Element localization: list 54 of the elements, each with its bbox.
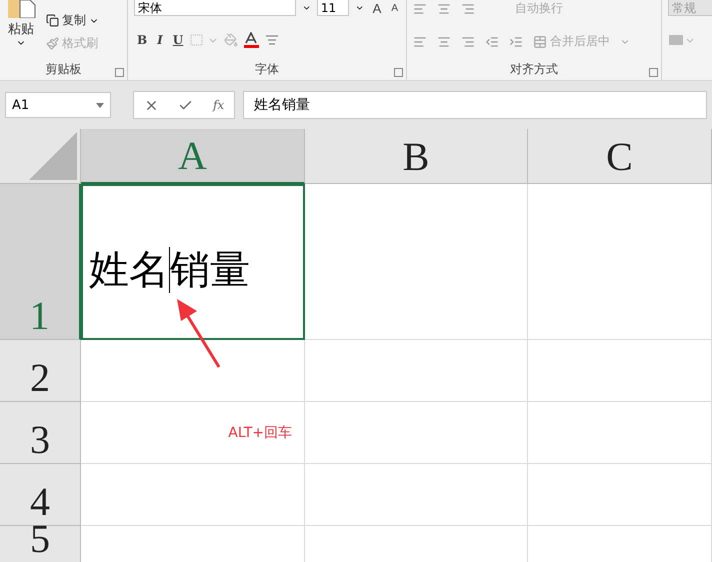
italic-button[interactable]: I: [154, 33, 166, 47]
table-cell[interactable]: [305, 184, 528, 340]
group-label: 字体: [255, 61, 279, 78]
fill-color-icon[interactable]: [224, 33, 238, 47]
font-size-field[interactable]: 11: [316, 0, 350, 16]
table-cell[interactable]: [81, 464, 305, 526]
grow-font-button[interactable]: A: [370, 0, 384, 16]
launcher-icon[interactable]: [649, 68, 658, 77]
group-label: 对齐方式: [510, 61, 558, 78]
paste-button[interactable]: 粘贴: [8, 20, 34, 38]
row-header[interactable]: 1: [0, 184, 81, 340]
row-header[interactable]: 3: [0, 402, 81, 464]
align-left-icon[interactable]: [413, 34, 427, 48]
row-header[interactable]: 5: [0, 526, 81, 562]
table-cell[interactable]: ALT+回车: [81, 402, 305, 464]
selected-cell[interactable]: 姓名销量: [81, 184, 305, 340]
cell-text: 姓名销量: [89, 248, 250, 292]
conditional-format-icon[interactable]: [668, 34, 694, 48]
clipboard-icon[interactable]: [6, 0, 36, 18]
align-right-icon[interactable]: [461, 34, 475, 48]
formula-input[interactable]: 姓名销量: [243, 91, 707, 119]
paintbrush-icon: [46, 37, 59, 50]
arrow-icon: [175, 299, 223, 369]
table-cell[interactable]: [528, 184, 712, 340]
row-header[interactable]: 2: [0, 340, 81, 402]
column-header[interactable]: B: [305, 129, 528, 184]
table-cell[interactable]: [305, 464, 528, 526]
launcher-icon[interactable]: [394, 68, 403, 77]
copy-button[interactable]: 复制: [46, 12, 86, 29]
annotation-text: ALT+回车: [228, 424, 292, 442]
insert-function-button[interactable]: fx: [212, 98, 224, 112]
table-cell[interactable]: [528, 340, 712, 402]
select-all-corner[interactable]: [0, 129, 81, 184]
column-header[interactable]: A: [81, 129, 305, 184]
table-cell[interactable]: [528, 464, 712, 526]
launcher-icon[interactable]: [115, 68, 124, 77]
column-header[interactable]: C: [528, 129, 712, 184]
font-color-icon[interactable]: [242, 32, 260, 48]
name-box[interactable]: A1: [5, 92, 111, 118]
table-cell[interactable]: [305, 402, 528, 464]
table-cell[interactable]: [81, 340, 305, 402]
font-name-field[interactable]: 宋体: [134, 0, 296, 16]
merge-cells-icon: [533, 34, 547, 48]
row-header[interactable]: 4: [0, 464, 81, 526]
shrink-font-button[interactable]: A: [389, 2, 400, 14]
bold-button[interactable]: B: [134, 33, 150, 47]
table-cell[interactable]: [528, 402, 712, 464]
underline-button[interactable]: U: [170, 33, 186, 47]
indent-decrease-icon[interactable]: [485, 34, 499, 48]
group-label: 剪贴板: [46, 61, 82, 78]
table-cell[interactable]: [305, 340, 528, 402]
align-center-icon[interactable]: [437, 34, 451, 48]
copy-icon: [46, 14, 59, 27]
indent-increase-icon[interactable]: [509, 34, 523, 48]
